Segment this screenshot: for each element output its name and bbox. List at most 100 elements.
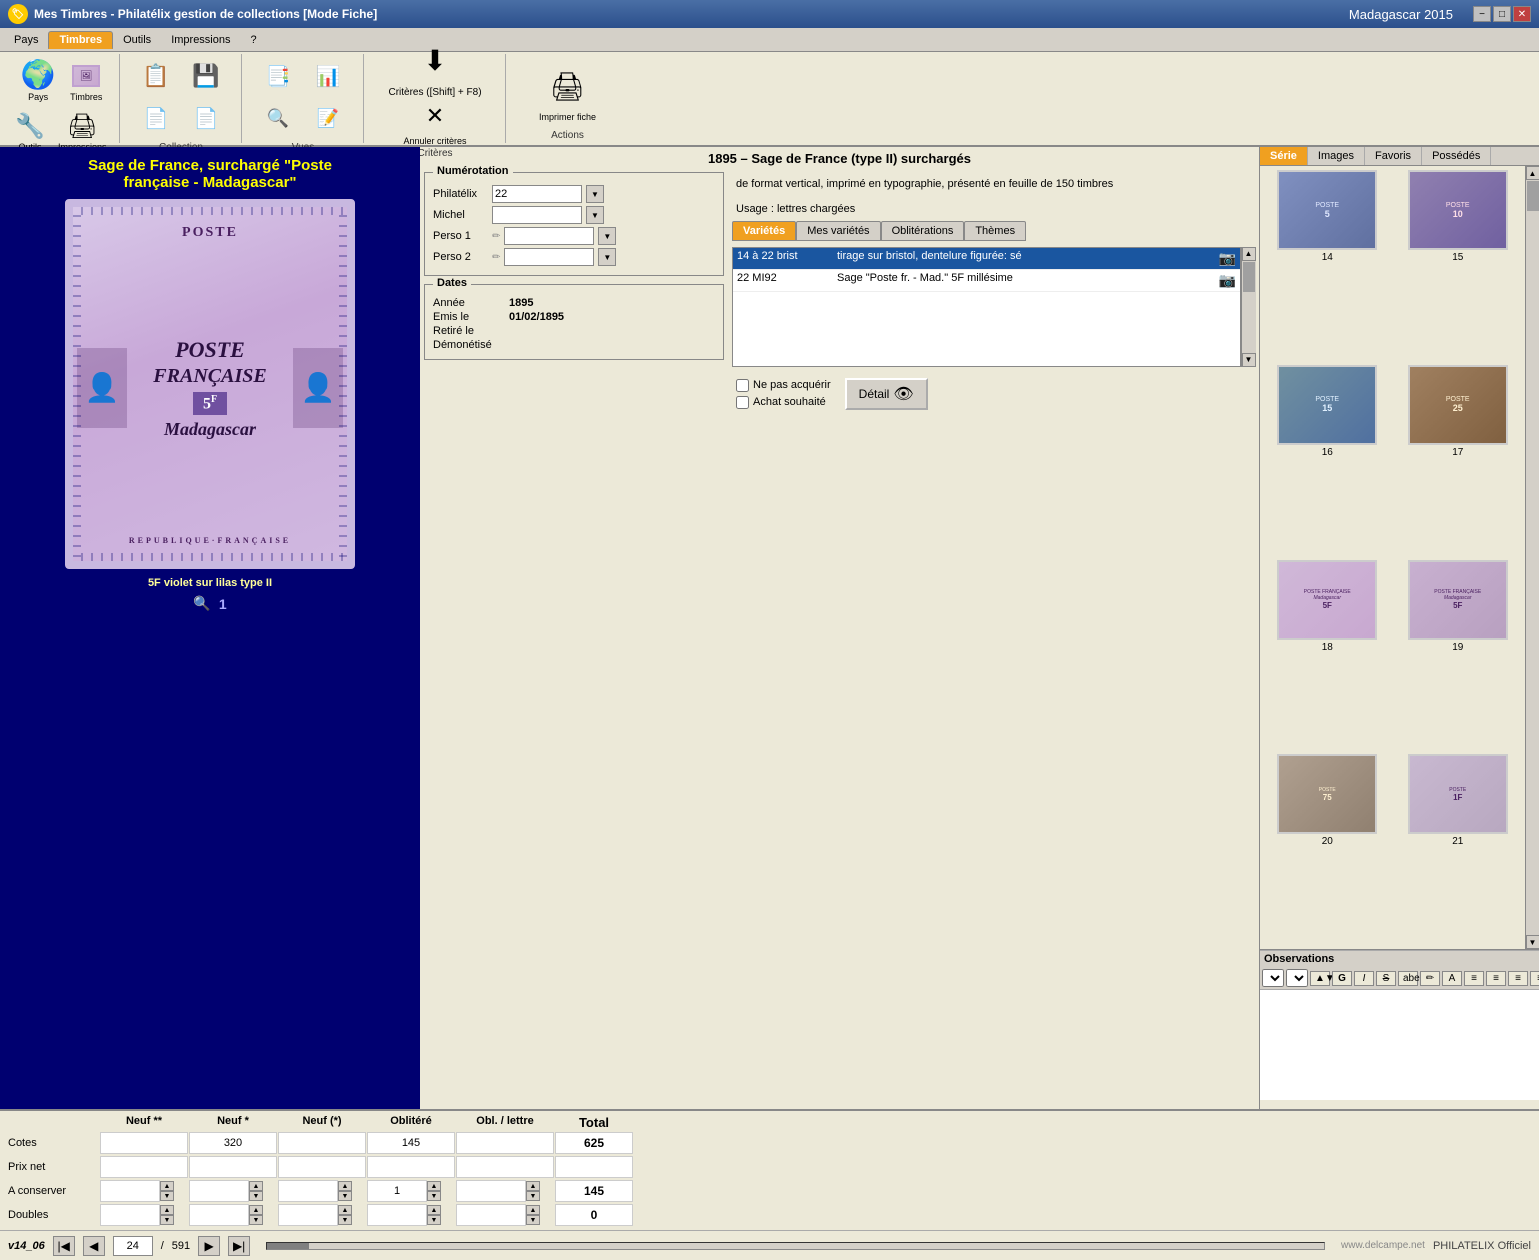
perso1-input[interactable] [504, 227, 594, 245]
imprimer-fiche-button[interactable]: 🖨 [542, 62, 594, 110]
collection-btn-2[interactable]: 💾 [182, 56, 230, 96]
varietes-scrollbar[interactable]: ▲ ▼ [1241, 247, 1255, 367]
detail-button[interactable]: Détail 👁 [845, 378, 928, 410]
michel-input[interactable] [492, 206, 582, 224]
nav-first-button[interactable]: |◀ [53, 1236, 75, 1256]
perso2-input[interactable] [504, 248, 594, 266]
a-conserver-neuf2-input[interactable] [100, 1180, 160, 1202]
obs-italic-btn[interactable]: I [1354, 971, 1374, 986]
right-panel-scrollbar[interactable]: ▲ ▼ [1525, 166, 1539, 949]
vues-btn-1[interactable]: 📑 [254, 56, 302, 96]
a-conserver-oblitere-up[interactable]: ▲ [427, 1181, 441, 1191]
variete-row-1[interactable]: 22 MI92 Sage "Poste fr. - Mad." 5F millé… [733, 270, 1240, 292]
stamp-thumb-14[interactable]: POSTE5 14 [1264, 170, 1391, 361]
a-conserver-neuf-p-down[interactable]: ▼ [338, 1191, 352, 1201]
prix-net-neuf1-input[interactable] [189, 1156, 277, 1178]
criteres-button[interactable]: ⬇ [409, 39, 461, 83]
michel-dropdown[interactable]: ▼ [586, 206, 604, 224]
doubles-neuf2-up[interactable]: ▲ [160, 1205, 174, 1215]
ne-pas-acquerir-checkbox[interactable] [736, 379, 749, 392]
stamp-zoom-icon[interactable]: 🔍 [193, 595, 210, 612]
stamp-thumb-15[interactable]: POSTE10 15 [1395, 170, 1522, 361]
doubles-neuf1-up[interactable]: ▲ [249, 1205, 263, 1215]
doubles-obl-lettre-down[interactable]: ▼ [526, 1215, 540, 1225]
obs-justify-btn[interactable]: ≡ [1530, 971, 1539, 986]
a-conserver-neuf2-down[interactable]: ▼ [160, 1191, 174, 1201]
prix-net-neuf2-input[interactable] [100, 1156, 188, 1178]
scroll-up-arrow[interactable]: ▲ [1242, 247, 1256, 261]
menu-outils[interactable]: Outils [113, 32, 161, 48]
a-conserver-oblitere-down[interactable]: ▼ [427, 1191, 441, 1201]
a-conserver-oblitere-input[interactable] [367, 1180, 427, 1202]
right-tab-serie[interactable]: Série [1260, 147, 1308, 165]
stamp-thumb-17[interactable]: POSTE25 17 [1395, 365, 1522, 556]
philatelix-input[interactable] [492, 185, 582, 203]
menu-impressions[interactable]: Impressions [161, 32, 240, 48]
obs-format-btn[interactable]: ▲▼ [1310, 971, 1330, 986]
perso1-edit-icon[interactable]: ✏ [492, 231, 500, 242]
doubles-neuf-p-down[interactable]: ▼ [338, 1215, 352, 1225]
obs-pencil-btn[interactable]: ✏ [1420, 971, 1440, 986]
page-current-input[interactable] [113, 1236, 153, 1256]
timbres-button[interactable]: 🖼 Timbres [66, 58, 106, 104]
annuler-criteres-button[interactable]: ✕ [415, 98, 455, 134]
perso1-dropdown[interactable]: ▼ [598, 227, 616, 245]
doubles-neuf1-down[interactable]: ▼ [249, 1215, 263, 1225]
doubles-neuf2-down[interactable]: ▼ [160, 1215, 174, 1225]
collection-btn-1[interactable]: 📋 [132, 56, 180, 96]
tab-themes[interactable]: Thèmes [964, 221, 1026, 241]
stamp-thumb-21[interactable]: POSTE 1F 21 [1395, 754, 1522, 945]
tab-mes-varietes[interactable]: Mes variétés [796, 221, 880, 241]
obs-abc-btn[interactable]: abe [1398, 971, 1418, 986]
prix-net-neuf-p-input[interactable] [278, 1156, 366, 1178]
nav-next-button[interactable]: ▶ [198, 1236, 220, 1256]
collection-btn-3[interactable]: 📄 [132, 98, 180, 138]
a-conserver-neuf-p-up[interactable]: ▲ [338, 1181, 352, 1191]
doubles-obl-lettre-input[interactable] [456, 1204, 526, 1226]
menu-pays[interactable]: Pays [4, 32, 48, 48]
doubles-neuf-p-input[interactable] [278, 1204, 338, 1226]
minimize-button[interactable]: − [1473, 6, 1491, 22]
nav-last-button[interactable]: ▶| [228, 1236, 250, 1256]
a-conserver-neuf-p-input[interactable] [278, 1180, 338, 1202]
vues-btn-3[interactable]: 🔍 [254, 98, 302, 138]
a-conserver-neuf1-up[interactable]: ▲ [249, 1181, 263, 1191]
achat-souhaite-checkbox[interactable] [736, 396, 749, 409]
obs-size-select[interactable] [1286, 969, 1308, 987]
a-conserver-neuf2-up[interactable]: ▲ [160, 1181, 174, 1191]
scroll-down-arrow[interactable]: ▼ [1242, 353, 1256, 367]
obs-strikethrough-btn[interactable]: S [1376, 971, 1396, 986]
close-button[interactable]: ✕ [1513, 6, 1531, 22]
a-conserver-neuf1-input[interactable] [189, 1180, 249, 1202]
doubles-neuf2-input[interactable] [100, 1204, 160, 1226]
obs-font-select[interactable] [1262, 969, 1284, 987]
perso2-edit-icon[interactable]: ✏ [492, 252, 500, 263]
right-scroll-down[interactable]: ▼ [1526, 935, 1539, 949]
a-conserver-obl-lettre-down[interactable]: ▼ [526, 1191, 540, 1201]
right-scroll-up[interactable]: ▲ [1526, 166, 1539, 180]
prix-net-obl-lettre-input[interactable] [456, 1156, 554, 1178]
a-conserver-obl-lettre-input[interactable] [456, 1180, 526, 1202]
doubles-neuf1-input[interactable] [189, 1204, 249, 1226]
maximize-button[interactable]: □ [1493, 6, 1511, 22]
variete-row-0[interactable]: 14 à 22 brist tirage sur bristol, dentel… [733, 248, 1240, 270]
right-tab-images[interactable]: Images [1308, 147, 1365, 165]
pays-button[interactable]: 🌍 Pays [14, 56, 62, 106]
prix-net-oblitere-input[interactable] [367, 1156, 455, 1178]
obs-color-btn[interactable]: A [1442, 971, 1462, 986]
tab-varietes[interactable]: Variétés [732, 221, 796, 241]
menu-help[interactable]: ? [240, 32, 266, 48]
vues-btn-2[interactable]: 📊 [304, 56, 352, 96]
a-conserver-obl-lettre-up[interactable]: ▲ [526, 1181, 540, 1191]
perso2-dropdown[interactable]: ▼ [598, 248, 616, 266]
doubles-oblitere-input[interactable] [367, 1204, 427, 1226]
obs-align-right-btn[interactable]: ≡ [1508, 971, 1528, 986]
doubles-oblitere-up[interactable]: ▲ [427, 1205, 441, 1215]
doubles-obl-lettre-up[interactable]: ▲ [526, 1205, 540, 1215]
tab-obliterations[interactable]: Oblitérations [881, 221, 965, 241]
right-tab-possedes[interactable]: Possédés [1422, 147, 1491, 165]
stamp-image-container[interactable]: POSTE 👤 POSTE FRANÇAISE 5F Madagascar 👤 … [65, 199, 355, 569]
a-conserver-neuf1-down[interactable]: ▼ [249, 1191, 263, 1201]
obs-align-center-btn[interactable]: ≡ [1486, 971, 1506, 986]
stamp-thumb-16[interactable]: POSTE15 16 [1264, 365, 1391, 556]
